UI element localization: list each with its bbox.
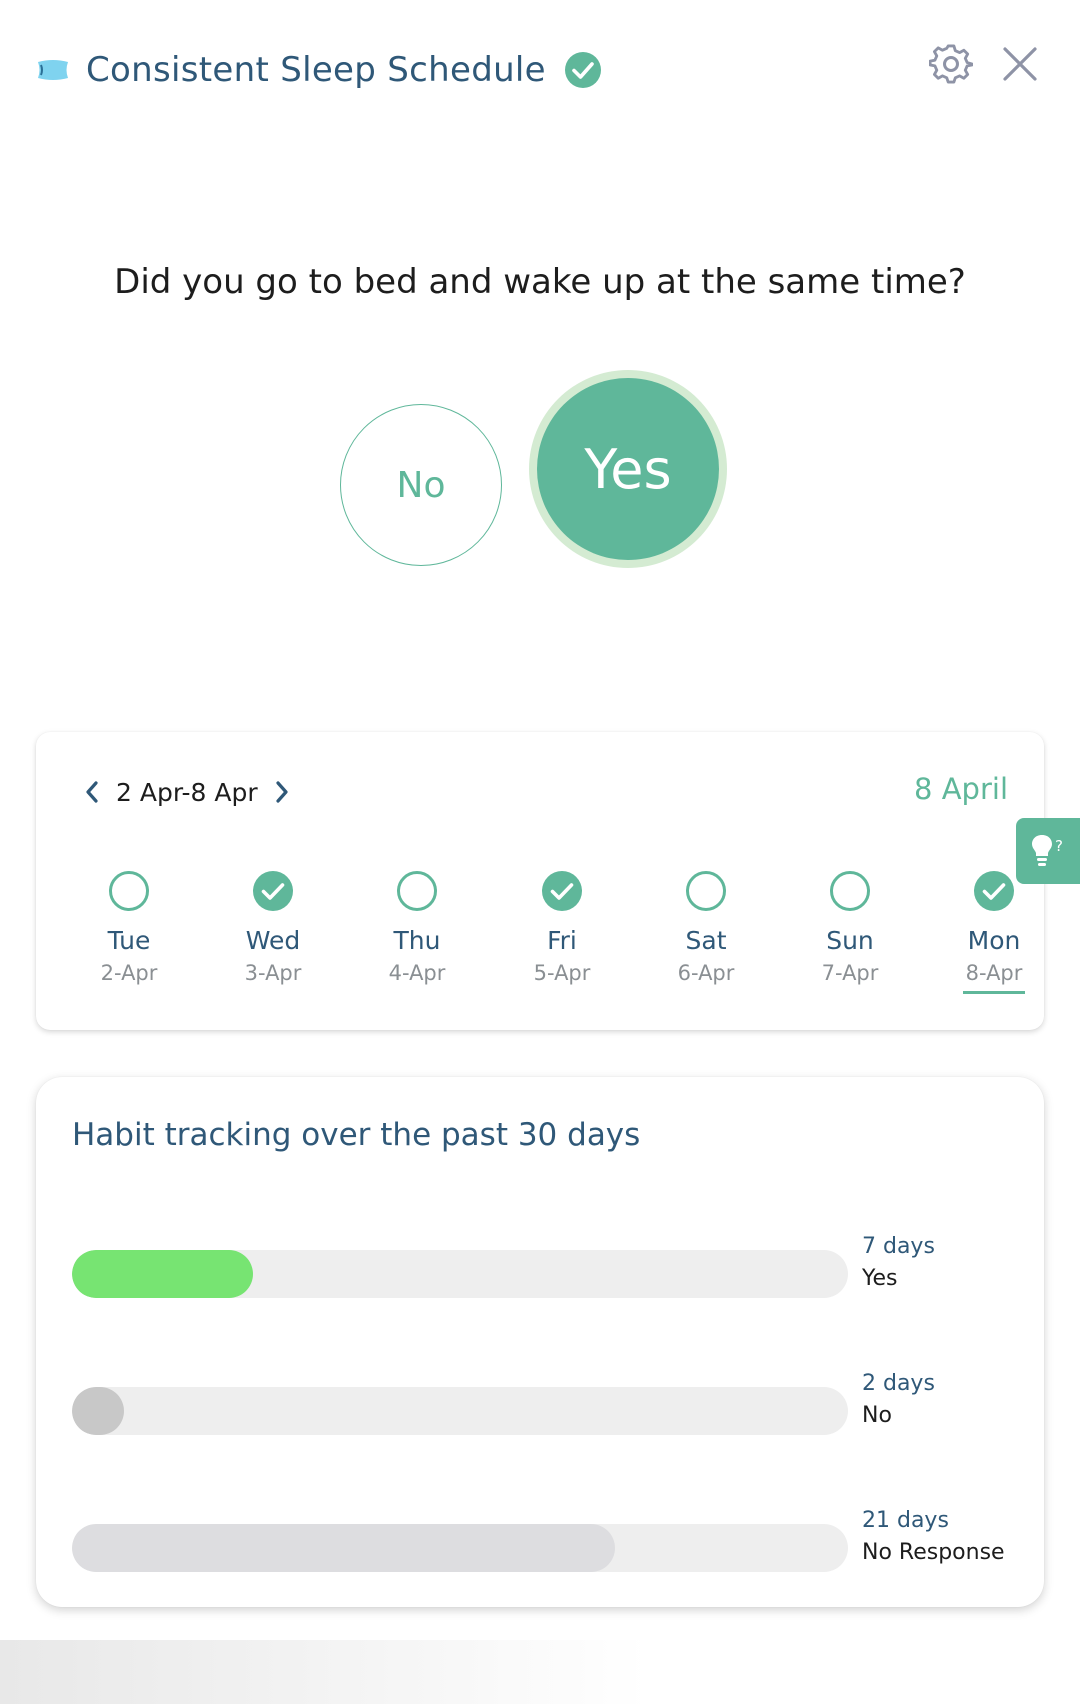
week-range: 2 Apr-8 Apr [116,777,258,807]
day-name: Mon [967,926,1021,955]
day-wed[interactable]: Wed 3-Apr [213,870,333,985]
week-days: Tue 2-Apr Wed 3-Apr Thu 4-Apr Fri 5-Apr … [36,870,1044,1010]
habit-row-yes: 7 days Yes [72,1234,1022,1322]
chevron-right-icon[interactable] [272,777,292,807]
progress-track [72,1387,848,1435]
day-date: 7-Apr [821,961,879,985]
title-group: Consistent Sleep Schedule [36,40,602,100]
day-name: Wed [245,926,301,955]
habit-title: Consistent Sleep Schedule [86,50,546,90]
row-label: No [862,1403,892,1428]
habit-row-no: 2 days No [72,1371,1022,1459]
day-date: 8-Apr [965,961,1023,985]
progress-fill [72,1250,253,1298]
check-circle-icon [564,52,601,88]
day-name: Fri [547,926,577,955]
tips-button[interactable]: ? [1016,818,1080,884]
row-label: No Response [862,1540,1005,1565]
habit-question: Did you go to bed and wake up at the sam… [114,262,966,302]
day-fri[interactable]: Fri 5-Apr [502,870,622,985]
row-days: 21 days [862,1508,949,1533]
progress-track [72,1250,848,1298]
empty-circle-icon [686,871,726,911]
today-date[interactable]: 8 April [914,772,1008,806]
check-circle-icon [253,871,293,911]
header: Consistent Sleep Schedule [36,40,1044,100]
day-name: Tue [107,926,151,955]
habit-row-no-response: 21 days No Response [72,1508,1022,1596]
check-circle-icon [542,871,582,911]
habit-tracking-title: Habit tracking over the past 30 days [72,1117,641,1153]
day-sat[interactable]: Sat 6-Apr [646,870,766,985]
no-button-label: No [396,464,446,506]
pillow-icon [38,60,68,80]
habit-detail-page: Consistent Sleep Schedule Did you go to … [0,0,1080,1704]
progress-fill [72,1524,616,1572]
row-days: 2 days [862,1371,935,1396]
close-icon[interactable] [998,42,1042,86]
no-button[interactable]: No [340,404,502,566]
week-navigator: 2 Apr-8 Apr [82,772,292,812]
lightbulb-question-icon: ? [1032,835,1063,866]
svg-text:?: ? [1055,837,1063,855]
day-date: 5-Apr [533,961,591,985]
yes-button-label: Yes [584,437,672,501]
day-date: 3-Apr [244,961,302,985]
week-calendar-card: 2 Apr-8 Apr 8 April Tue 2-Apr Wed 3-Apr … [36,732,1044,1030]
progress-fill [72,1387,124,1435]
habit-tracking-card: Habit tracking over the past 30 days 7 d… [36,1077,1044,1607]
yes-button[interactable]: Yes [529,370,727,568]
current-day-underline [963,991,1025,994]
progress-track [72,1524,848,1572]
day-mon[interactable]: Mon 8-Apr [934,870,1054,994]
gear-icon[interactable] [929,42,973,86]
chevron-left-icon[interactable] [82,777,102,807]
empty-circle-icon [830,871,870,911]
yes-button-inner[interactable]: Yes [537,378,719,560]
check-circle-icon [974,871,1014,911]
empty-circle-icon [397,871,437,911]
row-label: Yes [862,1266,898,1291]
empty-circle-icon [109,871,149,911]
day-date: 2-Apr [100,961,158,985]
row-days: 7 days [862,1234,935,1259]
day-thu[interactable]: Thu 4-Apr [357,870,477,985]
day-name: Thu [393,926,441,955]
day-name: Sun [826,926,874,955]
day-date: 4-Apr [388,961,446,985]
bottom-edge [0,1640,1080,1704]
day-name: Sat [685,926,727,955]
day-date: 6-Apr [677,961,735,985]
day-tue[interactable]: Tue 2-Apr [69,870,189,985]
day-sun[interactable]: Sun 7-Apr [790,870,910,985]
